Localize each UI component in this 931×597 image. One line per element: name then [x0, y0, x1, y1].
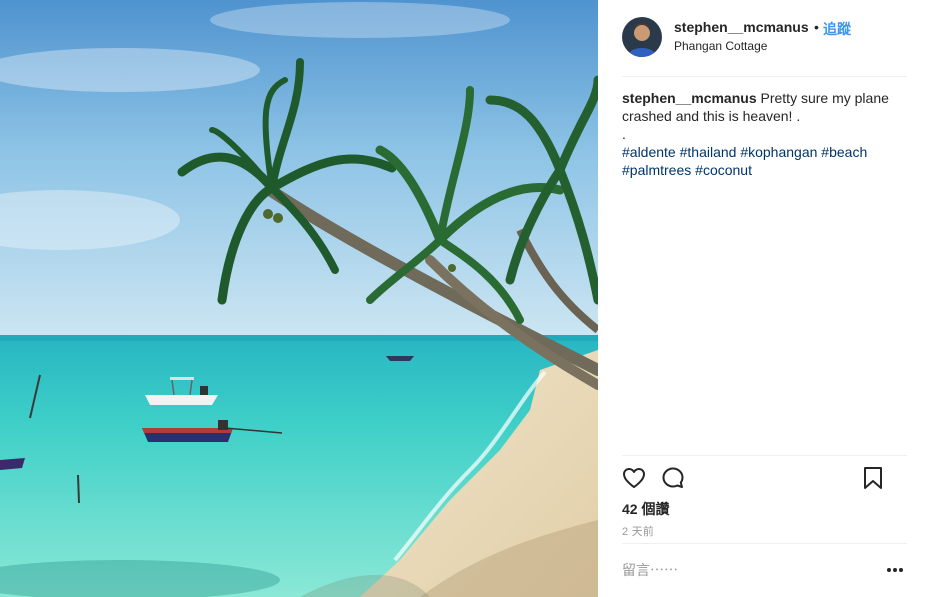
- hashtag-link[interactable]: #coconut: [695, 162, 752, 178]
- hashtag-list: #aldente #thailand #kophangan #beach #pa…: [622, 143, 907, 179]
- post-location[interactable]: Phangan Cottage: [674, 39, 767, 53]
- hashtag-link[interactable]: #aldente: [622, 144, 676, 160]
- avatar-image: [622, 17, 662, 57]
- hashtag-link[interactable]: #palmtrees: [622, 162, 691, 178]
- bookmark-button[interactable]: [862, 466, 884, 490]
- caption-username[interactable]: stephen__mcmanus: [622, 90, 757, 106]
- post-timestamp[interactable]: 2 天前: [622, 523, 654, 539]
- comment-icon: [662, 467, 684, 488]
- post-card: stephen__mcmanus • 追蹤 Phangan Cottage st…: [0, 0, 931, 597]
- separator-dot: •: [814, 19, 819, 35]
- post-details-panel: stephen__mcmanus • 追蹤 Phangan Cottage st…: [598, 0, 931, 597]
- more-options-icon: [887, 568, 903, 572]
- post-photo[interactable]: [0, 0, 598, 597]
- profile-avatar[interactable]: [622, 17, 662, 57]
- post-header: stephen__mcmanus • 追蹤 Phangan Cottage: [622, 16, 907, 77]
- likes-count[interactable]: 42 個讚: [622, 499, 669, 519]
- post-caption: stephen__mcmanus Pretty sure my plane cr…: [622, 89, 907, 179]
- comment-button[interactable]: [661, 466, 685, 490]
- heart-icon: [623, 468, 645, 488]
- post-username[interactable]: stephen__mcmanus: [674, 19, 809, 35]
- comment-input[interactable]: [622, 560, 872, 580]
- bookmark-icon: [864, 467, 882, 489]
- like-button[interactable]: [622, 466, 646, 490]
- actions-divider: [622, 455, 907, 456]
- follow-button[interactable]: 追蹤: [823, 19, 851, 39]
- hashtag-link[interactable]: #kophangan: [740, 144, 817, 160]
- more-options-button[interactable]: [884, 562, 906, 578]
- hashtag-link[interactable]: #thailand: [680, 144, 737, 160]
- hashtag-link[interactable]: #beach: [821, 144, 867, 160]
- comment-divider: [622, 543, 907, 544]
- caption-dot-line: .: [622, 126, 626, 142]
- beach-palm-photo: [0, 0, 598, 597]
